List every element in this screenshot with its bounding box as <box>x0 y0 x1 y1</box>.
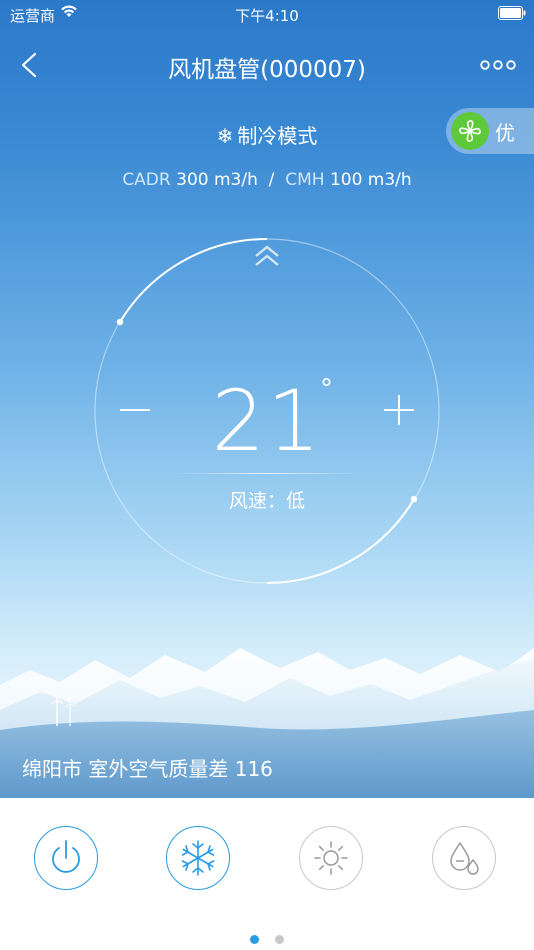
status-bar: 运营商 下午4:10 <box>0 0 534 28</box>
snowflake-icon: ❄ <box>216 124 234 148</box>
power-button[interactable] <box>34 826 98 890</box>
temperature-unit: ° <box>320 374 333 404</box>
wind-turbine-icon <box>48 688 78 732</box>
dial-divider <box>172 473 362 474</box>
power-icon <box>52 840 80 873</box>
nav-bar: 风机盘管(000007) <box>0 40 534 90</box>
cool-mode-button[interactable] <box>166 826 230 890</box>
flow-separator: / <box>268 170 275 190</box>
outdoor-air-quality: 绵阳市 室外空气质量差 116 <box>22 757 273 781</box>
fan-speed-label: 风速：低 <box>228 490 305 512</box>
page-dot-2[interactable] <box>274 935 284 944</box>
status-time: 下午4:10 <box>235 7 299 25</box>
page-dot-1[interactable] <box>250 935 260 944</box>
increase-temp-button[interactable] <box>381 392 417 428</box>
cadr-label: CADR <box>122 170 171 190</box>
cmh-label: CMH <box>285 170 325 190</box>
airflow-stats: CADR 300 m3/h / CMH 100 m3/h <box>0 170 534 190</box>
plus-icon <box>384 395 414 425</box>
double-chevron-up-icon <box>255 245 279 266</box>
more-button[interactable] <box>480 56 516 74</box>
snowflake-icon <box>181 840 215 876</box>
mode-label: 制冷模式 <box>237 124 318 148</box>
temperature-value: 21 <box>211 372 323 470</box>
air-quality-label: 优 <box>495 120 515 145</box>
fan-icon <box>451 112 489 150</box>
page-indicator <box>0 929 534 948</box>
sun-icon <box>314 841 348 875</box>
cadr-value: 300 m3/h <box>176 170 258 190</box>
hero-panel: 运营商 下午4:10 风机盘管(000007) ❄ 制冷模式 优 CADR 30… <box>0 0 534 798</box>
heat-mode-button[interactable] <box>299 826 363 890</box>
dry-mode-button[interactable] <box>432 826 496 890</box>
droplets-icon <box>450 842 479 875</box>
page-title: 风机盘管(000007) <box>168 57 366 83</box>
air-quality-badge[interactable]: 优 <box>446 108 534 154</box>
cmh-value: 100 m3/h <box>329 170 412 190</box>
increase-speed-button[interactable] <box>252 242 282 270</box>
battery-icon <box>498 6 526 24</box>
more-dots-icon <box>480 60 516 70</box>
